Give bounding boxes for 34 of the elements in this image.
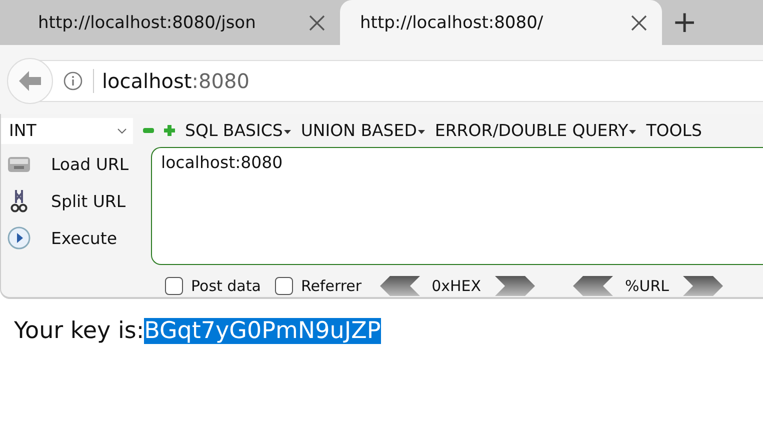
dropdown-caret-icon	[418, 130, 425, 134]
info-icon[interactable]	[63, 71, 83, 91]
close-icon[interactable]	[308, 14, 326, 32]
back-arrow-icon	[18, 70, 42, 92]
action-button[interactable]: Load URL	[51, 154, 129, 174]
key-value: BGqt7yG0PmN9uJZP	[144, 318, 381, 344]
type-select[interactable]: INT	[1, 118, 133, 144]
checkbox-label: Post data	[191, 277, 261, 295]
encoder-label: 0xHEX	[432, 277, 482, 295]
url-textarea[interactable]: localhost:8080	[151, 147, 763, 265]
back-button[interactable]	[7, 58, 53, 104]
action-button[interactable]: Split URL	[51, 192, 126, 210]
checkbox[interactable]	[274, 277, 293, 295]
address-field[interactable]: localhost:8080	[93, 69, 250, 93]
checkbox-label: Referrer	[300, 277, 362, 295]
menu-button[interactable]: UNION BASED	[300, 121, 425, 140]
minus-icon[interactable]	[143, 125, 154, 136]
chevron-down-icon	[117, 128, 127, 134]
menu-button[interactable]: ERROR/DOUBLE QUERY	[434, 121, 636, 140]
dropdown-caret-icon	[629, 130, 636, 134]
new-tab-button[interactable]: +	[672, 8, 698, 38]
browser-tab[interactable]: http://localhost:8080/	[340, 0, 662, 45]
action-button[interactable]: Execute	[51, 228, 117, 248]
dropdown-caret-icon	[284, 130, 291, 134]
encoder-label: %URL	[625, 277, 670, 295]
key-label: Your key is:	[14, 318, 144, 344]
close-icon[interactable]	[630, 14, 648, 32]
drive-icon	[7, 154, 31, 174]
browser-tab[interactable]: http://localhost:8080/json	[18, 0, 340, 45]
play-icon	[7, 226, 31, 250]
checkbox[interactable]	[165, 277, 183, 295]
menu-button[interactable]: TOOLS	[646, 121, 702, 140]
menu-button[interactable]: SQL BASICS	[185, 121, 291, 140]
plus-icon[interactable]	[164, 125, 175, 136]
